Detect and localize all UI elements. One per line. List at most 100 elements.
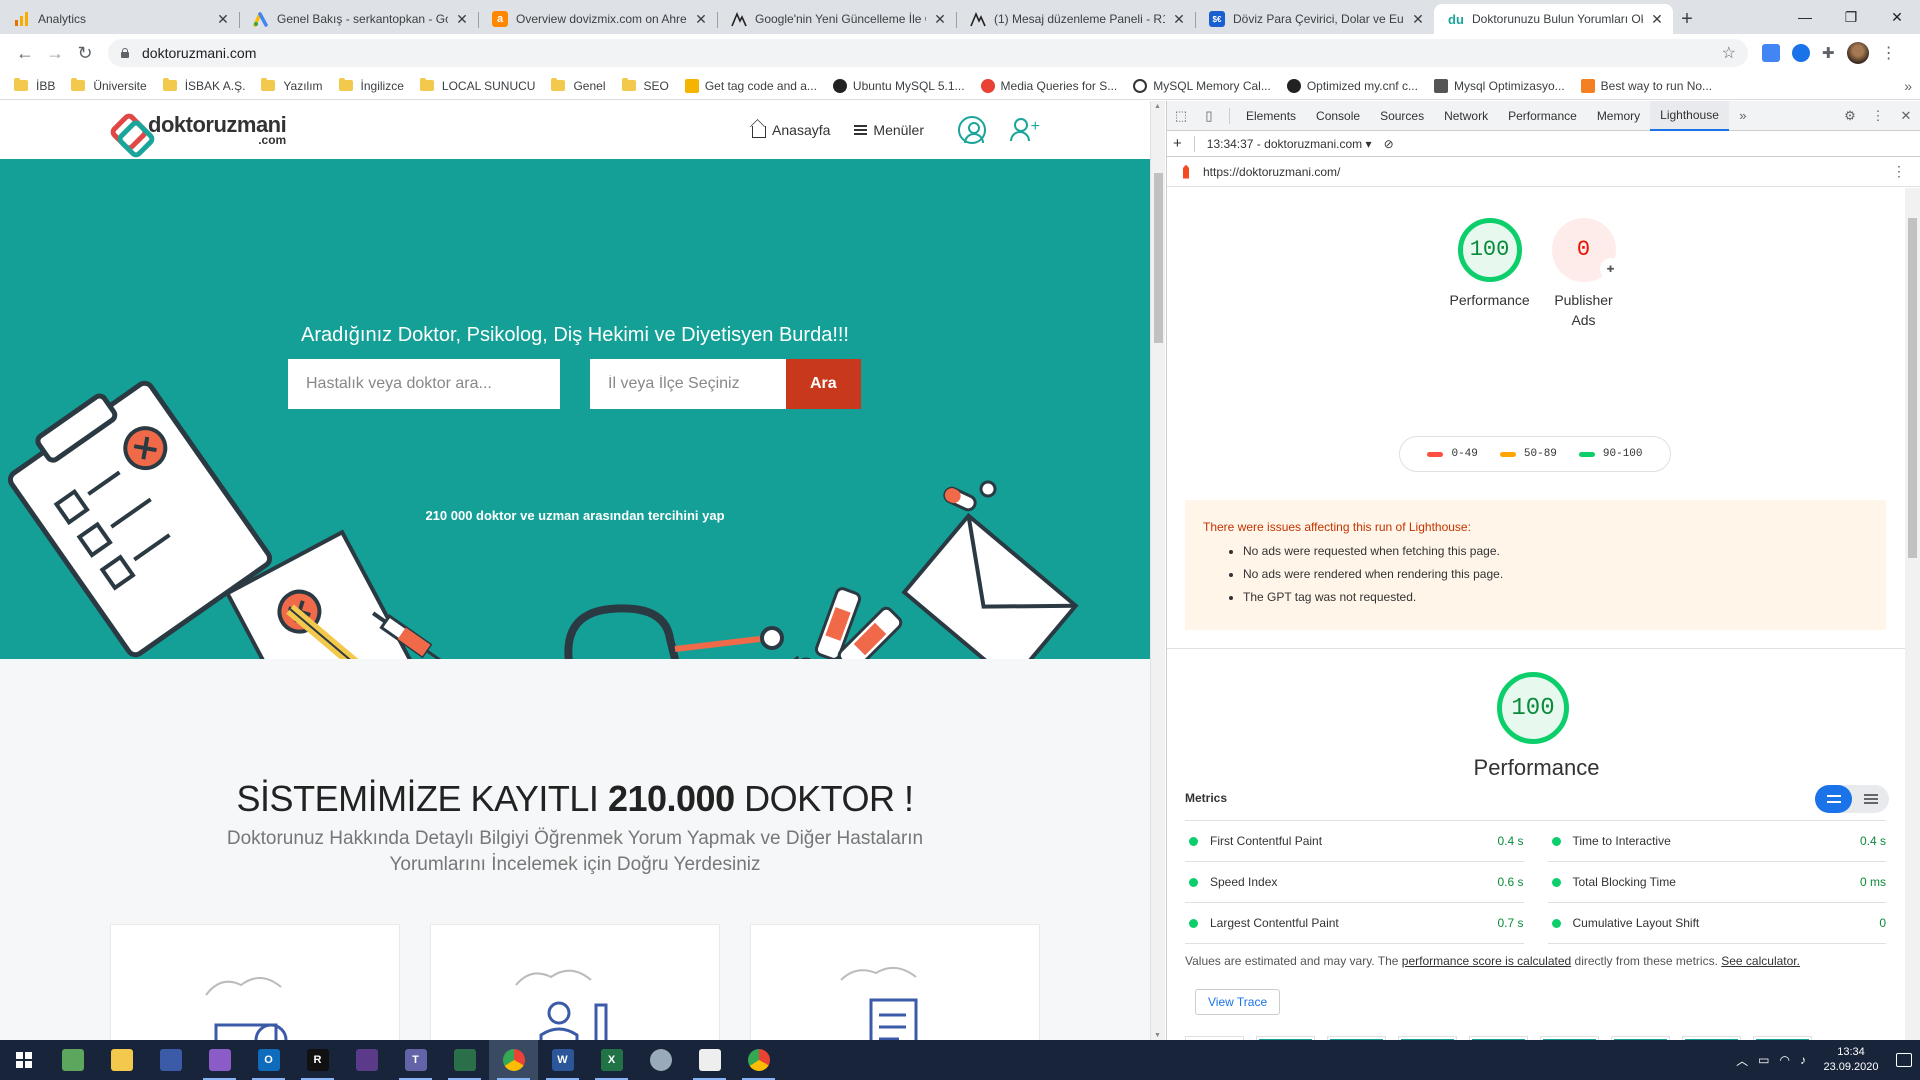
close-icon[interactable]: ✕ [215, 11, 231, 28]
collapsed-view-button[interactable] [1815, 785, 1852, 813]
close-icon[interactable]: ✕ [454, 11, 470, 28]
profile-avatar[interactable] [1846, 42, 1869, 64]
bookmark-folder[interactable]: İSBAK A.Ş. [157, 72, 256, 100]
devtools-tab-sources[interactable]: Sources [1370, 101, 1434, 131]
taskbar-notepad[interactable] [48, 1040, 97, 1080]
expanded-view-button[interactable] [1852, 785, 1889, 813]
bookmark-folder[interactable]: Üniversite [65, 72, 156, 100]
volume-icon[interactable]: ♪ [1800, 1053, 1806, 1067]
bookmark-link[interactable]: Get tag code and a... [679, 72, 827, 100]
taskbar-app[interactable] [440, 1040, 489, 1080]
tab-analytics[interactable]: Analytics ✕ [0, 4, 239, 34]
view-trace-button[interactable]: View Trace [1195, 989, 1281, 1015]
bookmark-link[interactable]: MySQL Memory Cal... [1127, 72, 1281, 100]
close-window-icon[interactable]: ✕ [1874, 0, 1920, 34]
location-select[interactable] [590, 359, 786, 409]
notification-icon[interactable] [1896, 1053, 1912, 1067]
inspect-element-icon[interactable]: ⬚ [1167, 101, 1195, 131]
report-menu-icon[interactable]: ⋮ [1892, 163, 1906, 180]
puzzle-icon[interactable]: ✚ [1822, 44, 1835, 62]
tab-doktoruzmani[interactable]: du Doktorunuzu Bulun Yorumları Ok ✕ [1434, 4, 1673, 34]
bookmark-star-icon[interactable]: ☆ [1722, 43, 1736, 63]
wifi-icon[interactable]: ◠ [1780, 1053, 1790, 1067]
gauge-performance[interactable]: 100 Performance [1450, 218, 1530, 330]
bookmark-folder[interactable]: Yazılım [255, 72, 332, 100]
gauge-publisher-ads[interactable]: 0 ✚ Publisher Ads [1544, 218, 1624, 330]
taskbar-rider[interactable]: R [293, 1040, 342, 1080]
close-icon[interactable]: ✕ [1410, 11, 1426, 28]
user-register-icon[interactable] [1010, 116, 1040, 144]
kebab-menu-icon[interactable]: ⋮ [1864, 101, 1892, 131]
close-icon[interactable]: ✕ [1171, 11, 1187, 28]
new-tab-button[interactable]: + [1673, 4, 1701, 34]
clear-icon[interactable]: ⊘ [1384, 137, 1394, 151]
bookmark-link[interactable]: Mysql Optimizasyo... [1428, 72, 1575, 100]
taskbar-word[interactable]: W [538, 1040, 587, 1080]
bookmark-folder[interactable]: İBB [8, 72, 65, 100]
minimize-icon[interactable]: — [1782, 0, 1828, 34]
feature-card[interactable] [110, 924, 400, 1041]
website-scrollbar[interactable]: ▲ ▼ [1150, 101, 1165, 1041]
search-button[interactable]: Ara [786, 359, 861, 409]
bookmark-link[interactable]: Media Queries for S... [975, 72, 1128, 100]
nav-menus[interactable]: Menüler [854, 122, 924, 138]
restore-icon[interactable]: ❐ [1828, 0, 1874, 34]
back-arrow-icon[interactable]: ← [10, 38, 40, 68]
bookmark-folder[interactable]: Genel [545, 72, 615, 100]
bookmark-folder[interactable]: LOCAL SUNUCU [414, 72, 546, 100]
forward-arrow-icon[interactable]: → [40, 38, 70, 68]
taskbar-terminal[interactable] [342, 1040, 391, 1080]
tab-forum-1[interactable]: Google'nin Yeni Güncelleme İle G ✕ [717, 4, 956, 34]
lock-icon[interactable] [120, 48, 130, 58]
taskbar-app[interactable] [685, 1040, 734, 1080]
scrollbar-thumb[interactable] [1154, 173, 1163, 343]
report-select[interactable]: 13:34:37 - doktoruzmani.com ▾ [1207, 137, 1372, 151]
devtools-tab-console[interactable]: Console [1306, 101, 1370, 131]
feature-card[interactable] [750, 924, 1040, 1041]
site-logo[interactable]: doktoruzmani .com [110, 113, 287, 147]
taskbar-paint[interactable] [636, 1040, 685, 1080]
reload-icon[interactable]: ↻ [70, 38, 100, 68]
taskbar-chrome[interactable] [489, 1040, 538, 1080]
taskbar-explorer[interactable] [97, 1040, 146, 1080]
feature-card[interactable] [430, 924, 720, 1041]
system-clock[interactable]: 13:34 23.09.2020 [1816, 1045, 1886, 1075]
bookmarks-overflow-icon[interactable]: » [1904, 78, 1912, 94]
tab-forum-2[interactable]: (1) Mesaj düzenleme Paneli - R10 ✕ [956, 4, 1195, 34]
scroll-down-icon[interactable]: ▼ [1154, 1032, 1161, 1039]
close-icon[interactable]: ✕ [1649, 11, 1665, 28]
taskbar-sql[interactable] [146, 1040, 195, 1080]
gear-icon[interactable]: ⚙ [1836, 101, 1864, 131]
bookmark-link[interactable]: Ubuntu MySQL 5.1... [827, 72, 975, 100]
user-login-icon[interactable] [958, 116, 986, 144]
bookmark-link[interactable]: Optimized my.cnf c... [1281, 72, 1428, 100]
devtools-tab-performance[interactable]: Performance [1498, 101, 1587, 131]
tray-chevron-up-icon[interactable]: ︿ [1736, 1052, 1748, 1069]
address-bar[interactable]: doktoruzmani.com ☆ [108, 39, 1748, 67]
bookmark-folder[interactable]: SEO [616, 72, 679, 100]
tab-ahrefs[interactable]: a Overview dovizmix.com on Ahrefs ✕ [478, 4, 717, 34]
devtools-tab-elements[interactable]: Elements [1236, 101, 1306, 131]
network-icon[interactable]: ▭ [1758, 1053, 1769, 1067]
new-report-icon[interactable]: + [1173, 135, 1182, 152]
start-button[interactable] [0, 1040, 48, 1080]
close-icon[interactable]: ✕ [1892, 101, 1920, 131]
taskbar-chrome[interactable] [734, 1040, 783, 1080]
nav-home[interactable]: Anasayfa [752, 122, 830, 138]
tab-google-ads[interactable]: Genel Bakış - serkantopkan - Goo ✕ [239, 4, 478, 34]
taskbar-visual-studio[interactable] [195, 1040, 244, 1080]
extension-person-icon[interactable] [1792, 44, 1810, 62]
taskbar-outlook[interactable]: O [244, 1040, 293, 1080]
report-url[interactable]: https://doktoruzmani.com/ [1203, 165, 1340, 179]
more-tabs-icon[interactable]: » [1729, 101, 1757, 131]
search-input[interactable] [288, 359, 560, 409]
scroll-up-icon[interactable]: ▲ [1154, 103, 1161, 110]
taskbar-excel[interactable]: X [587, 1040, 636, 1080]
bookmark-folder[interactable]: İngilizce [333, 72, 414, 100]
devtools-scrollbar[interactable] [1905, 188, 1920, 1041]
translate-icon[interactable] [1762, 44, 1780, 62]
device-toolbar-icon[interactable]: ▯ [1195, 101, 1223, 131]
scrollbar-thumb[interactable] [1908, 218, 1917, 558]
taskbar-teams[interactable]: T [391, 1040, 440, 1080]
devtools-tab-memory[interactable]: Memory [1587, 101, 1650, 131]
